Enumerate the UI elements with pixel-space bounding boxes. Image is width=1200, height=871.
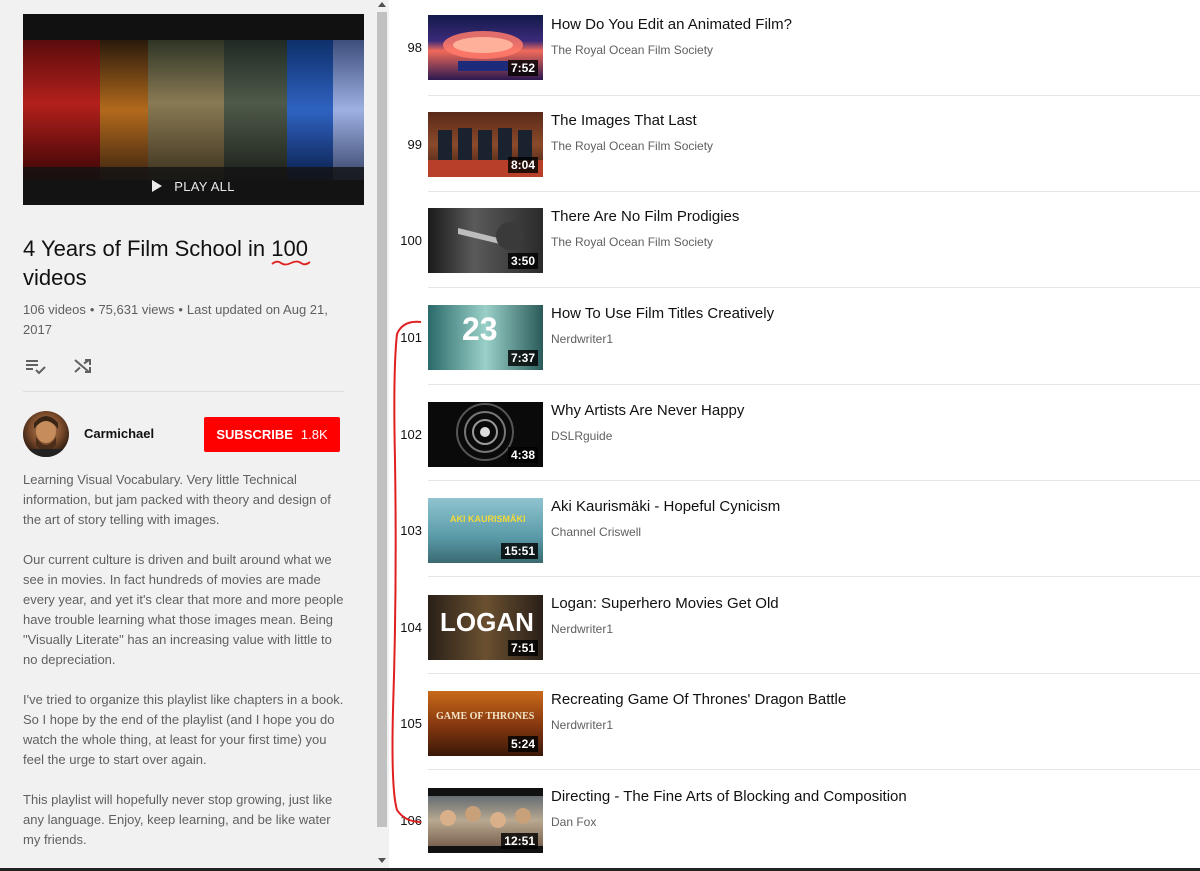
hero-frame [333,40,364,180]
video-title[interactable]: There Are No Film Prodigies [551,208,739,225]
video-title[interactable]: Logan: Superhero Movies Get Old [551,595,779,612]
duration-badge: 3:50 [507,253,538,269]
description-paragraph: This playlist will hopefully never stop … [23,792,333,847]
hero-frame [23,40,100,180]
shuffle-icon[interactable] [71,354,95,378]
scroll-up-icon[interactable] [378,2,386,7]
playlist-video-list: 98 7:52 How Do You Edit an Animated Film… [389,0,1200,871]
video-title[interactable]: Recreating Game Of Thrones' Dragon Battl… [551,691,846,708]
duration-badge: 7:52 [507,60,538,76]
channel-name[interactable]: The Royal Ocean Film Society [551,139,713,153]
channel-name[interactable]: Nerdwriter1 [551,622,613,636]
channel-name[interactable]: The Royal Ocean Film Society [551,235,713,249]
video-thumbnail[interactable]: 3:50 [428,208,543,273]
hero-frame [100,40,148,180]
list-item[interactable]: 100 3:50 There Are No Film Prodigies The… [389,192,1200,288]
video-title[interactable]: How To Use Film Titles Creatively [551,305,774,322]
video-thumbnail[interactable]: 4:38 [428,402,543,467]
scroll-down-icon[interactable] [378,858,386,863]
playlist-actions [23,354,95,378]
video-title[interactable]: Aki Kaurismäki - Hopeful Cynicism [551,498,780,515]
description-paragraph: I've tried to organize this playlist lik… [23,692,344,767]
view-count: 75,631 views [98,302,175,317]
hero-frame [287,40,333,180]
video-thumbnail[interactable]: 23 7:37 [428,305,543,370]
subscribe-button[interactable]: SUBSCRIBE 1.8K [204,417,340,452]
playlist-title-text: 4 Years of Film School in [23,236,272,261]
video-count: 106 videos [23,302,86,317]
duration-badge: 8:04 [507,157,538,173]
video-thumbnail[interactable]: AKI KAURISMÄKI 15:51 [428,498,543,563]
list-item[interactable]: 105 GAME OF THRONES 5:24 Recreating Game… [389,674,1200,770]
channel-name[interactable]: Nerdwriter1 [551,332,613,346]
duration-badge: 12:51 [501,833,538,849]
video-title[interactable]: Directing - The Fine Arts of Blocking an… [551,788,907,805]
list-item[interactable]: 104 LOGAN 7:51 Logan: Superhero Movies G… [389,578,1200,674]
save-to-playlist-icon[interactable] [23,354,47,378]
hero-frame [148,40,224,180]
meta-separator: • [89,302,95,317]
meta-separator: • [178,302,183,317]
channel-avatar[interactable] [23,411,69,457]
subscriber-count: 1.8K [300,427,328,442]
thumbnail-text: GAME OF THRONES [436,711,535,722]
red-bracket-annotation [391,320,422,823]
video-thumbnail[interactable]: 12:51 [428,788,543,853]
list-item[interactable]: 102 4:38 Why Artists Are Never Happy DSL… [389,385,1200,481]
video-title[interactable]: Why Artists Are Never Happy [551,402,744,419]
subscribe-label: SUBSCRIBE [216,427,293,442]
video-thumbnail[interactable]: GAME OF THRONES 5:24 [428,691,543,756]
thumbnail-text: LOGAN [440,607,534,637]
list-item[interactable]: 99 8:04 The Images That Last The Royal O… [389,96,1200,192]
video-thumbnail[interactable]: LOGAN 7:51 [428,595,543,660]
channel-name[interactable]: Carmichael [84,426,154,441]
duration-badge: 5:24 [507,736,538,752]
play-all-button[interactable]: PLAY ALL [23,167,364,205]
list-item[interactable]: 101 23 7:37 How To Use Film Titles Creat… [389,289,1200,385]
channel-name[interactable]: The Royal Ocean Film Society [551,43,713,57]
hero-frame [224,40,287,180]
thumbnail-text: AKI KAURISMÄKI [450,514,526,524]
list-item[interactable]: 106 12:51 Directing - The Fine Arts of B… [389,770,1200,871]
playlist-title-highlight: 100 [271,234,311,266]
row-divider [428,287,1200,288]
video-index: 99 [407,137,422,152]
playlist-sidebar: PLAY ALL 4 Years of Film School in 100 v… [0,0,375,871]
thumbnail-text: 23 [462,311,498,347]
duration-badge: 7:51 [507,640,538,656]
video-title[interactable]: How Do You Edit an Animated Film? [551,16,792,33]
row-divider [428,576,1200,577]
playlist-title-number: 100 [271,236,308,261]
channel-name[interactable]: Channel Criswell [551,525,641,539]
avatar-image [23,416,69,457]
description-paragraph: Our current culture is driven and built … [23,552,344,667]
duration-badge: 15:51 [501,543,538,559]
video-index: 100 [400,233,422,248]
play-icon [152,180,163,192]
divider [23,391,344,392]
playlist-description: Learning Visual Vocabulary. Very little … [23,470,349,870]
duration-badge: 4:38 [507,447,538,463]
list-item[interactable]: 98 7:52 How Do You Edit an Animated Film… [389,0,1200,96]
playlist-title-text: videos [23,265,87,290]
playlist-stats: 106 videos • 75,631 views • Last updated on … [23,300,348,340]
list-item[interactable]: 103 AKI KAURISMÄKI 15:51 Aki Kaurismäki … [389,481,1200,577]
channel-name[interactable]: Nerdwriter1 [551,718,613,732]
video-thumbnail[interactable]: 8:04 [428,112,543,177]
video-index: 98 [407,40,422,55]
playlist-title: 4 Years of Film School in 100 videos [23,234,353,292]
duration-badge: 7:37 [507,350,538,366]
video-title[interactable]: The Images That Last [551,112,697,129]
description-paragraph: Learning Visual Vocabulary. Very little … [23,472,331,527]
red-underline-annotation [271,260,311,266]
video-thumbnail[interactable]: 7:52 [428,15,543,80]
playlist-hero-thumbnail[interactable]: PLAY ALL [23,14,364,205]
channel-name[interactable]: Dan Fox [551,815,596,829]
channel-name[interactable]: DSLRguide [551,429,612,443]
play-all-label: PLAY ALL [174,178,235,194]
